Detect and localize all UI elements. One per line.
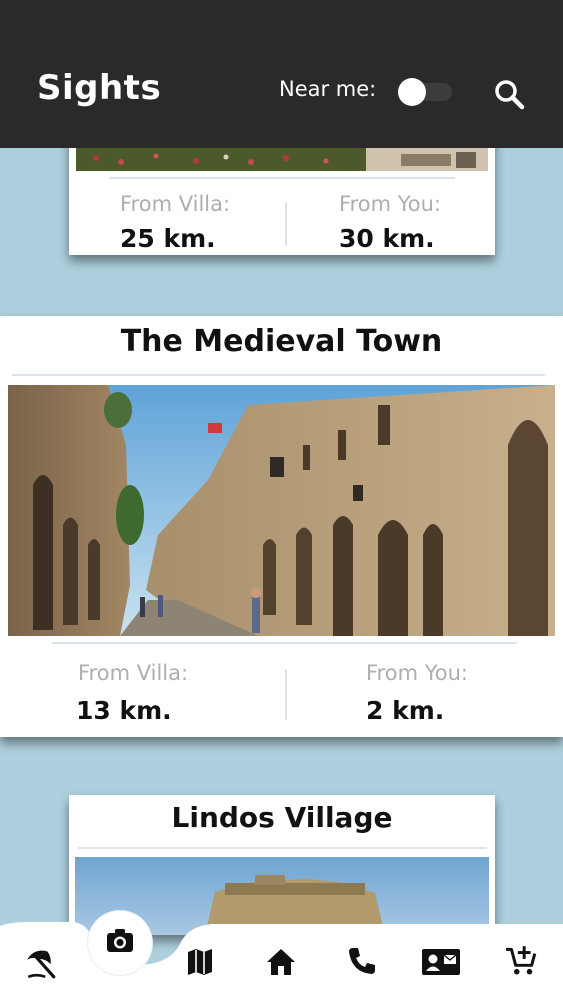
from-villa-label: From Villa: [120,192,231,216]
camera-nav-bubble[interactable] [88,911,152,975]
from-villa-value: 25 km. [120,224,216,253]
bottom-navigation [0,911,563,1000]
from-villa-value: 13 km. [76,696,172,725]
sight-photo [76,148,488,171]
divider [52,642,517,644]
divider [12,374,545,376]
cart-add-icon[interactable] [504,942,538,978]
near-me-label: Near me: [279,77,377,101]
divider [109,177,455,179]
map-icon[interactable] [184,946,216,978]
beach-umbrella-icon[interactable] [24,946,58,980]
sight-card[interactable]: The Medieval Town From Villa: 13 km. Fro… [0,316,563,737]
toggle-knob [398,78,426,106]
from-you-value: 30 km. [339,224,435,253]
divider [77,847,487,849]
search-icon[interactable] [493,78,525,110]
camera-icon [107,929,133,952]
sight-title: Lindos Village [171,801,393,834]
divider [285,202,287,246]
from-you-label: From You: [339,192,441,216]
from-you-label: From You: [366,661,468,685]
sight-photo [8,385,555,636]
from-you-value: 2 km. [366,696,445,725]
from-villa-label: From Villa: [78,661,189,685]
page-title: Sights [37,68,162,108]
near-me-toggle[interactable] [398,78,453,106]
contact-card-icon[interactable] [420,946,462,978]
divider [285,670,287,720]
phone-icon[interactable] [346,944,378,978]
app-header: Sights Near me: [0,0,563,148]
sight-title: The Medieval Town [120,324,443,359]
home-icon[interactable] [264,946,298,978]
